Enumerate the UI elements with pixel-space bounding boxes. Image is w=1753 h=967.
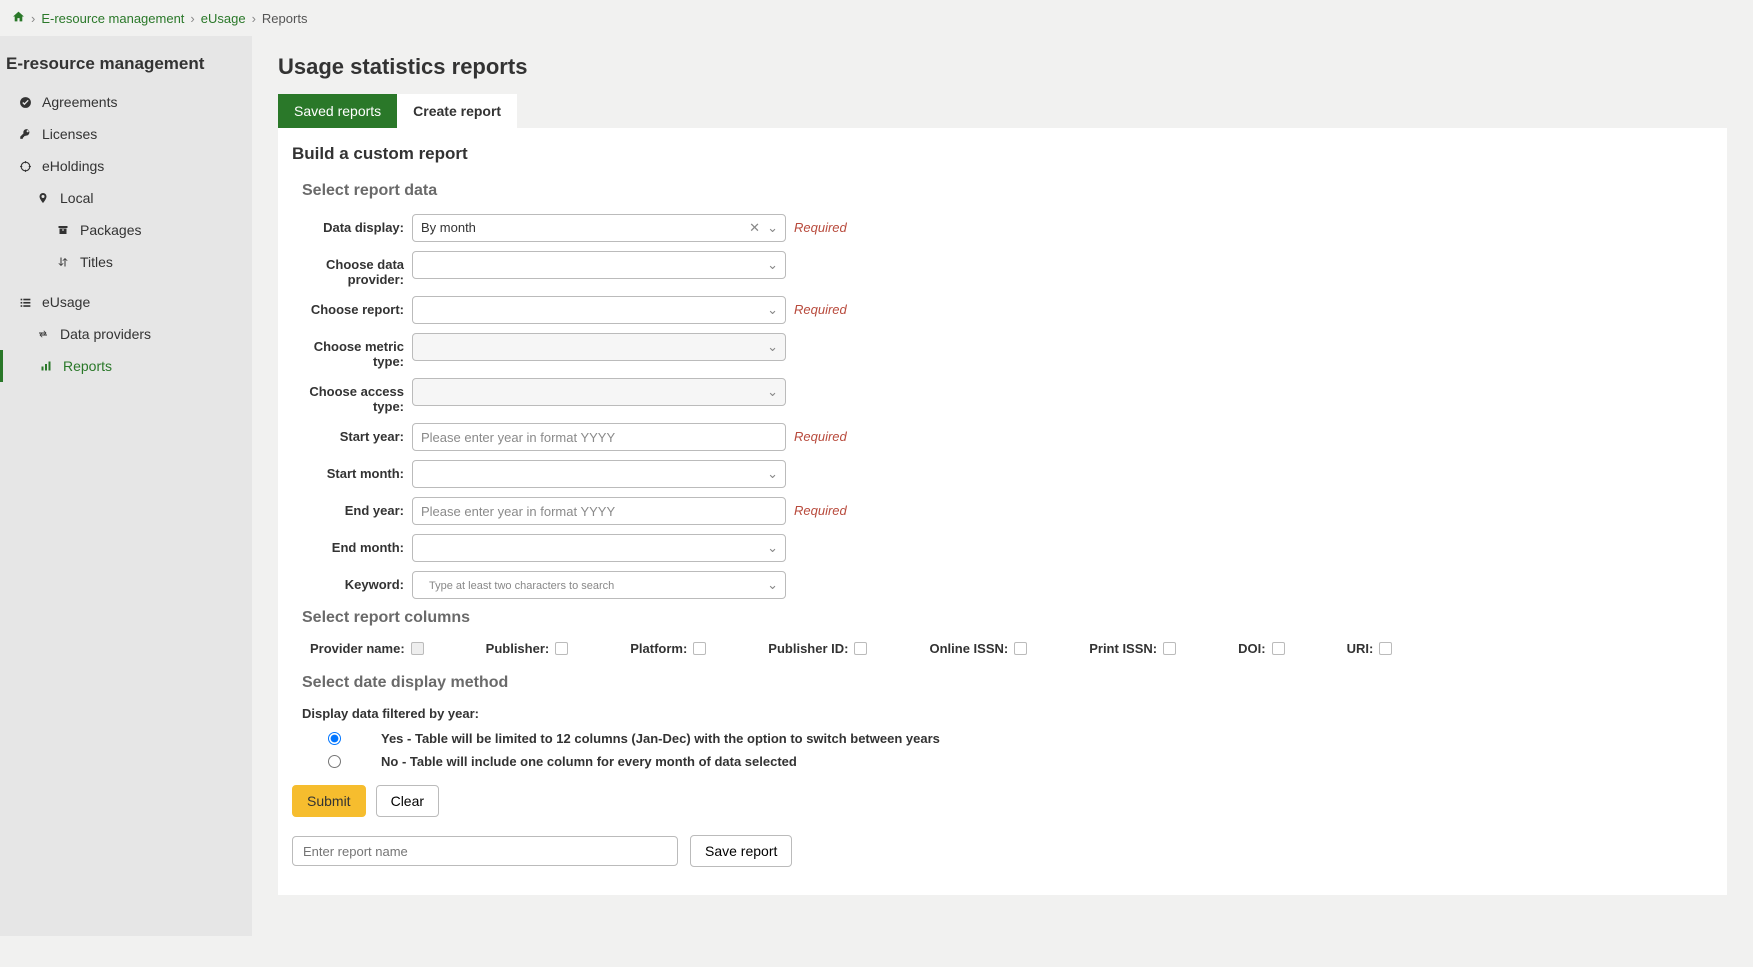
- start-year-input[interactable]: [412, 423, 786, 451]
- section-select-data: Select report data: [302, 182, 1713, 200]
- radio-no-label: No - Table will include one column for e…: [381, 754, 797, 769]
- checkbox-uri[interactable]: [1379, 642, 1392, 655]
- report-select[interactable]: [412, 296, 786, 324]
- start-month-select[interactable]: [412, 460, 786, 488]
- sidebar-title: E-resource management: [0, 50, 252, 86]
- end-month-select[interactable]: [412, 534, 786, 562]
- metric-select[interactable]: [412, 333, 786, 361]
- data-display-select[interactable]: By month: [412, 214, 786, 242]
- section-select-columns: Select report columns: [302, 609, 1713, 627]
- sidebar-item-label: Packages: [80, 222, 141, 238]
- required-label: Required: [794, 423, 847, 444]
- page-title: Usage statistics reports: [278, 54, 1727, 80]
- checkbox-print-issn[interactable]: [1163, 642, 1176, 655]
- exchange-icon: [36, 328, 50, 340]
- label-metric: Choose metric type:: [302, 333, 412, 369]
- col-label: Platform:: [630, 641, 687, 656]
- breadcrumb-current: Reports: [262, 11, 308, 26]
- sidebar-item-agreements[interactable]: Agreements: [0, 86, 252, 118]
- label-provider: Choose data provider:: [302, 251, 412, 287]
- col-label: Publisher ID:: [768, 641, 848, 656]
- required-label: Required: [794, 214, 847, 235]
- checkbox-online-issn[interactable]: [1014, 642, 1027, 655]
- checkbox-publisher-id[interactable]: [854, 642, 867, 655]
- tabs: Saved reports Create report: [278, 94, 1727, 128]
- sidebar-item-label: Reports: [63, 358, 112, 374]
- radio-no[interactable]: [328, 755, 341, 768]
- report-name-input[interactable]: [292, 836, 678, 866]
- label-access: Choose access type:: [302, 378, 412, 414]
- checkbox-doi[interactable]: [1272, 642, 1285, 655]
- sidebar-item-reports[interactable]: Reports: [0, 350, 252, 382]
- sidebar-item-label: Agreements: [42, 94, 117, 110]
- main-content: Usage statistics reports Saved reports C…: [252, 36, 1753, 936]
- sidebar-item-eholdings[interactable]: eHoldings: [0, 150, 252, 182]
- sort-icon: [56, 256, 70, 268]
- sidebar-item-label: Licenses: [42, 126, 97, 142]
- breadcrumb-separator: ›: [31, 11, 35, 26]
- breadcrumb-separator: ›: [252, 11, 256, 26]
- sidebar-item-label: Data providers: [60, 326, 151, 342]
- label-data-display: Data display:: [302, 214, 412, 235]
- label-end-month: End month:: [302, 534, 412, 555]
- provider-select[interactable]: [412, 251, 786, 279]
- sidebar-item-titles[interactable]: Titles: [0, 246, 252, 278]
- sidebar-item-licenses[interactable]: Licenses: [0, 118, 252, 150]
- build-title: Build a custom report: [292, 144, 1713, 164]
- sidebar-item-label: eUsage: [42, 294, 90, 310]
- label-keyword: Keyword:: [302, 571, 412, 592]
- sidebar-item-packages[interactable]: Packages: [0, 214, 252, 246]
- sidebar-item-local[interactable]: Local: [0, 182, 252, 214]
- pin-icon: [36, 192, 50, 204]
- radio-yes-label: Yes - Table will be limited to 12 column…: [381, 731, 940, 746]
- breadcrumb: › E-resource management › eUsage › Repor…: [0, 0, 1753, 36]
- breadcrumb-eusage[interactable]: eUsage: [201, 11, 246, 26]
- chart-icon: [39, 360, 53, 372]
- sidebar-item-eusage[interactable]: eUsage: [0, 286, 252, 318]
- required-label: Required: [794, 497, 847, 518]
- submit-button[interactable]: Submit: [292, 785, 366, 817]
- label-report: Choose report:: [302, 296, 412, 317]
- sidebar-item-label: Titles: [80, 254, 113, 270]
- radio-yes[interactable]: [328, 732, 341, 745]
- checkbox-provider-name[interactable]: [411, 642, 424, 655]
- col-label: Online ISSN:: [929, 641, 1008, 656]
- tab-saved-reports[interactable]: Saved reports: [278, 94, 397, 128]
- checkbox-publisher[interactable]: [555, 642, 568, 655]
- label-end-year: End year:: [302, 497, 412, 518]
- sidebar-item-label: Local: [60, 190, 93, 206]
- label-start-month: Start month:: [302, 460, 412, 481]
- label-start-year: Start year:: [302, 423, 412, 444]
- access-select[interactable]: [412, 378, 786, 406]
- col-label: DOI:: [1238, 641, 1265, 656]
- sidebar-item-dataproviders[interactable]: Data providers: [0, 318, 252, 350]
- sidebar: E-resource management Agreements License…: [0, 36, 252, 936]
- col-label: URI:: [1347, 641, 1374, 656]
- save-report-button[interactable]: Save report: [690, 835, 792, 867]
- archive-icon: [56, 224, 70, 236]
- list-icon: [18, 296, 32, 309]
- breadcrumb-separator: ›: [190, 11, 194, 26]
- crosshair-icon: [18, 160, 32, 173]
- keyword-placeholder: Type at least two characters to search: [421, 580, 614, 592]
- report-panel: Build a custom report Select report data…: [278, 128, 1727, 895]
- section-date-method: Select date display method: [302, 674, 1713, 692]
- key-icon: [18, 128, 32, 141]
- checkbox-platform[interactable]: [693, 642, 706, 655]
- end-year-input[interactable]: [412, 497, 786, 525]
- required-label: Required: [794, 296, 847, 317]
- date-filter-label: Display data filtered by year:: [302, 706, 1713, 721]
- keyword-input[interactable]: Type at least two characters to search: [412, 571, 786, 599]
- sidebar-item-label: eHoldings: [42, 158, 104, 174]
- col-label: Print ISSN:: [1089, 641, 1157, 656]
- col-label: Publisher:: [486, 641, 550, 656]
- check-circle-icon: [18, 96, 32, 109]
- col-label: Provider name:: [310, 641, 405, 656]
- clear-icon[interactable]: ✕: [749, 220, 760, 236]
- home-icon[interactable]: [12, 10, 25, 26]
- tab-create-report[interactable]: Create report: [397, 94, 517, 128]
- breadcrumb-eresource[interactable]: E-resource management: [41, 11, 184, 26]
- clear-button[interactable]: Clear: [376, 785, 439, 817]
